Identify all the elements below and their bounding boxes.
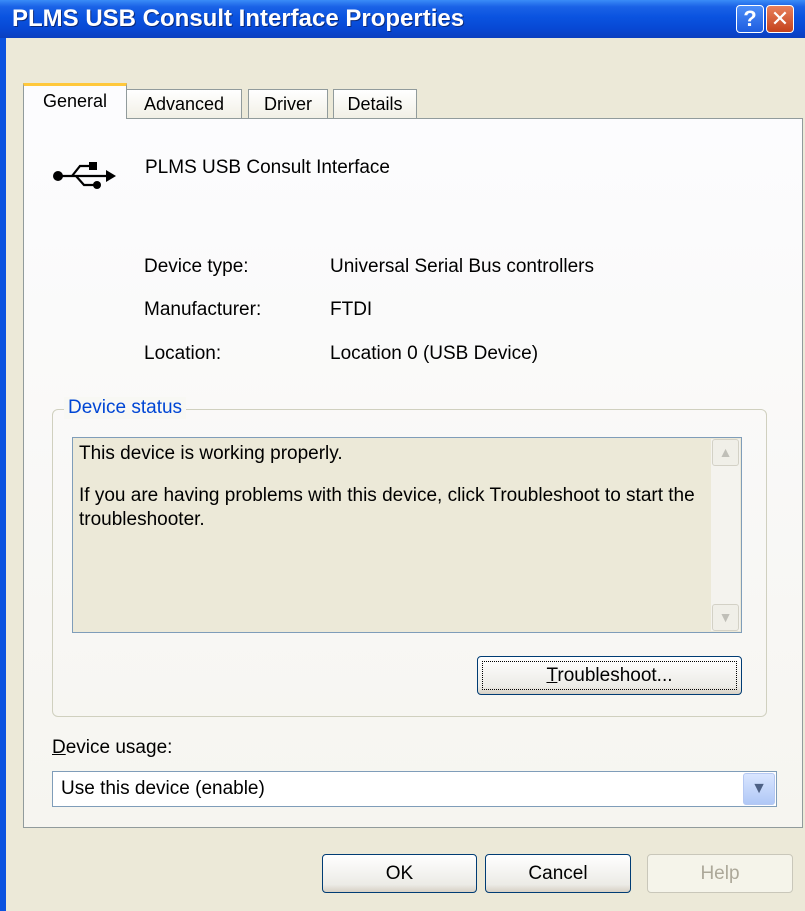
manufacturer-value: FTDI — [330, 299, 373, 320]
title-bar[interactable]: PLMS USB Consult Interface Properties ? … — [0, 0, 805, 38]
help-button[interactable]: Help — [647, 854, 793, 893]
manufacturer-label: Manufacturer: — [144, 299, 262, 320]
status-scrollbar[interactable]: ▲ ▼ — [711, 439, 740, 631]
usage-mnemonic: D — [52, 737, 66, 758]
troubleshoot-label: roubleshoot... — [557, 665, 673, 686]
status-message: This device is working properly. If you … — [79, 442, 699, 550]
usb-icon — [52, 159, 116, 196]
chevron-down-icon[interactable]: ▼ — [743, 773, 775, 805]
status-line-help: If you are having problems with this dev… — [79, 485, 695, 530]
scroll-down-icon[interactable]: ▼ — [712, 604, 739, 631]
window-title: PLMS USB Consult Interface Properties — [12, 5, 465, 32]
properties-dialog: PLMS USB Consult Interface Properties ? … — [0, 0, 805, 911]
tab-general[interactable]: General — [23, 83, 127, 119]
device-usage-label: Device usage: — [52, 737, 172, 759]
help-title-button[interactable]: ? — [736, 5, 764, 33]
tab-advanced[interactable]: Advanced — [126, 89, 242, 119]
ok-button[interactable]: OK — [322, 854, 477, 893]
window-border — [0, 38, 6, 911]
device-type-label: Device type: — [144, 256, 249, 277]
close-button[interactable]: ✕ — [766, 5, 794, 33]
device-type-value: Universal Serial Bus controllers — [330, 256, 594, 277]
status-line-working: This device is working properly. — [79, 443, 343, 464]
usage-label-text: evice usage: — [65, 737, 173, 758]
cancel-button[interactable]: Cancel — [485, 854, 631, 893]
device-name: PLMS USB Consult Interface — [145, 157, 390, 178]
tab-driver[interactable]: Driver — [248, 89, 328, 119]
tab-details[interactable]: Details — [333, 89, 417, 119]
scroll-up-icon[interactable]: ▲ — [712, 439, 739, 466]
troubleshoot-button[interactable]: Troubleshoot... — [477, 656, 742, 695]
device-status-textbox[interactable]: This device is working properly. If you … — [72, 437, 742, 633]
troubleshoot-mnemonic: T — [546, 665, 558, 686]
location-label: Location: — [144, 343, 222, 364]
device-usage-value: Use this device (enable) — [61, 778, 265, 799]
device-usage-select[interactable]: Use this device (enable) ▼ — [52, 771, 777, 807]
device-status-label: Device status — [64, 397, 187, 419]
location-value: Location 0 (USB Device) — [330, 343, 539, 364]
